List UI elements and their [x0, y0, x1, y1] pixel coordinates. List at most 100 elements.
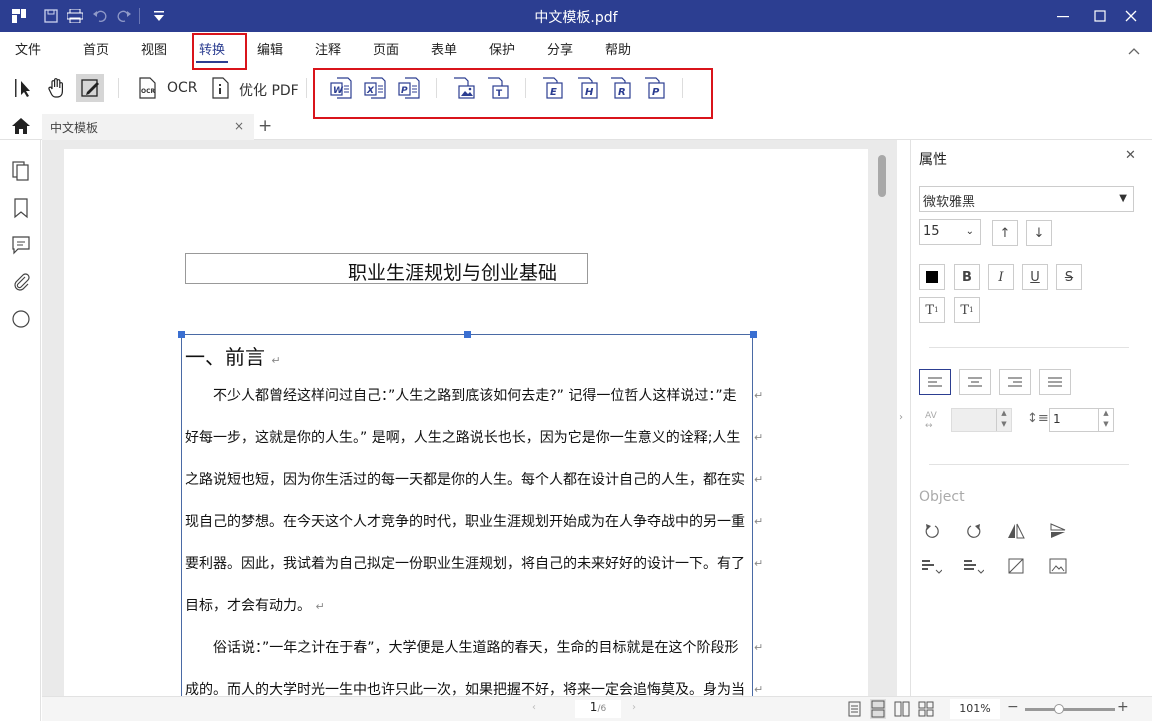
- properties-panel: 属性 ✕ 微软雅黑 ▼ 15 ⌄ ↑ ↓ B I U S T1 T1 AV ↔ ▲ ▼…: [910, 140, 1152, 696]
- line-break-mark: ↵: [754, 641, 764, 654]
- justify-icon[interactable]: [1039, 369, 1071, 395]
- increase-font-icon[interactable]: ↑: [992, 220, 1018, 246]
- line-break-mark: ↵: [754, 557, 764, 570]
- single-page-view-icon[interactable]: [848, 701, 862, 717]
- grid-view-icon[interactable]: [918, 701, 934, 717]
- menu-page[interactable]: 页面: [373, 39, 399, 58]
- menu-view[interactable]: 视图: [141, 39, 167, 58]
- menu-share[interactable]: 分享: [547, 39, 573, 58]
- zoom-out-icon[interactable]: −: [1007, 699, 1019, 715]
- collapse-ribbon-icon[interactable]: [1128, 44, 1140, 59]
- menu-comment[interactable]: 注释: [315, 39, 341, 58]
- collapse-right-panel-icon[interactable]: ›: [899, 412, 903, 423]
- spin-up-icon: ▲: [996, 409, 1011, 420]
- optimize-pdf-icon[interactable]: [206, 74, 234, 102]
- subscript-icon[interactable]: T1: [954, 297, 980, 323]
- tab-bar: 中文模板 × +: [0, 114, 1152, 140]
- zoom-level[interactable]: 101%: [950, 699, 1000, 719]
- tab-label: 中文模板: [50, 121, 99, 135]
- optimize-pdf-label[interactable]: 优化 PDF: [239, 80, 299, 100]
- paragraph-line: 成的。而人的大学时光一生中也许只此一次，如果把握不好，将来一定会追悔莫及。身为当: [185, 682, 745, 696]
- line-spacing-icon: ↕≡: [1027, 411, 1049, 426]
- decrease-font-icon[interactable]: ↓: [1026, 220, 1052, 246]
- line-spacing-input[interactable]: 1 ▲ ▼: [1049, 408, 1114, 432]
- minimize-icon[interactable]: [1054, 7, 1072, 25]
- close-panel-icon[interactable]: ✕: [1125, 148, 1136, 163]
- tab-document[interactable]: 中文模板 ×: [42, 114, 254, 140]
- comment-icon[interactable]: [10, 234, 32, 256]
- status-bar: ‹ 1/6 › 101% − +: [42, 696, 1152, 721]
- menu-home[interactable]: 首页: [83, 39, 109, 58]
- zoom-in-icon[interactable]: +: [1117, 699, 1129, 715]
- menu-bar: 文件 首页 视图 转换 编辑 注释 页面 表单 保护 分享 帮助: [0, 32, 1152, 63]
- crop-icon[interactable]: [1003, 553, 1029, 579]
- italic-icon[interactable]: I: [988, 264, 1014, 290]
- thumbnails-icon[interactable]: [10, 160, 32, 182]
- strikethrough-icon[interactable]: S: [1056, 264, 1082, 290]
- resize-handle[interactable]: [750, 331, 757, 338]
- superscript-icon[interactable]: T1: [919, 297, 945, 323]
- resize-handle[interactable]: [464, 331, 471, 338]
- replace-image-icon[interactable]: [1045, 553, 1071, 579]
- line-break-mark: ↵: [754, 473, 764, 486]
- select-tool-icon[interactable]: [10, 74, 38, 102]
- toolbar-divider: [306, 78, 307, 98]
- window-title: 中文模板.pdf: [534, 10, 618, 26]
- distribute-objects-icon[interactable]: [961, 553, 987, 579]
- spin-down-icon[interactable]: ▼: [1098, 420, 1113, 431]
- tab-close-icon[interactable]: ×: [234, 119, 244, 133]
- chevron-down-icon: ▼: [1119, 193, 1127, 204]
- line-break-mark: ↵: [754, 431, 764, 444]
- ocr-icon[interactable]: OCR: [133, 74, 161, 102]
- menu-help[interactable]: 帮助: [605, 39, 631, 58]
- properties-title: 属性: [919, 152, 947, 168]
- font-family-select[interactable]: 微软雅黑 ▼: [919, 186, 1134, 212]
- align-objects-icon[interactable]: [919, 553, 945, 579]
- align-center-icon[interactable]: [959, 369, 991, 395]
- align-left-icon[interactable]: [919, 369, 951, 395]
- align-right-icon[interactable]: [999, 369, 1031, 395]
- line-break-mark: ↵: [754, 683, 764, 696]
- divider: [929, 464, 1129, 465]
- menu-protect[interactable]: 保护: [489, 39, 515, 58]
- document-title: 职业生涯规划与创业基础: [348, 262, 558, 284]
- menu-file[interactable]: 文件: [15, 39, 41, 58]
- paragraph-line: 俗话说：”一年之计在于春”，大学便是人生道路的春天，生命的目标就是在这个阶段形: [213, 640, 739, 656]
- text-color-icon[interactable]: [919, 264, 945, 290]
- two-page-view-icon[interactable]: [894, 701, 910, 717]
- svg-text:OCR: OCR: [141, 88, 156, 95]
- bold-icon[interactable]: B: [954, 264, 980, 290]
- menu-edit[interactable]: 编辑: [257, 39, 283, 58]
- search-icon[interactable]: [10, 308, 32, 330]
- vertical-scrollbar[interactable]: [878, 155, 886, 197]
- zoom-slider[interactable]: [1025, 708, 1115, 711]
- title-text-box[interactable]: 职业生涯规划与创业基础: [185, 253, 588, 284]
- prev-page-icon[interactable]: ‹: [532, 702, 536, 713]
- attachment-icon[interactable]: [10, 271, 32, 293]
- edit-tool-icon[interactable]: [76, 74, 104, 102]
- page-indicator[interactable]: 1/6: [575, 700, 621, 718]
- continuous-view-icon[interactable]: [870, 699, 886, 719]
- bookmark-icon[interactable]: [10, 197, 32, 219]
- rotate-right-icon[interactable]: [961, 518, 987, 544]
- resize-handle[interactable]: [178, 331, 185, 338]
- rotate-left-icon[interactable]: [919, 518, 945, 544]
- next-page-icon[interactable]: ›: [632, 702, 636, 713]
- paragraph-line: 之路说短也短，因为你生活过的每一天都是你的人生。每个人都在设计自己的人生，都在实: [185, 472, 745, 488]
- ocr-label[interactable]: OCR: [167, 80, 198, 96]
- paragraph-line: 要利器。因此，我试着为自己拟定一份职业生涯规划，将自己的未来好好的设计一下。有了: [185, 556, 745, 572]
- font-size-select[interactable]: 15 ⌄: [919, 219, 981, 245]
- hand-tool-icon[interactable]: [43, 74, 71, 102]
- home-icon[interactable]: [12, 118, 30, 138]
- close-window-icon[interactable]: [1122, 7, 1140, 25]
- char-spacing-icon: AV ↔: [925, 411, 937, 431]
- spin-up-icon[interactable]: ▲: [1098, 409, 1113, 420]
- zoom-slider-knob[interactable]: [1054, 704, 1065, 714]
- object-section-label: Object: [919, 489, 965, 505]
- menu-form[interactable]: 表单: [431, 39, 457, 58]
- underline-icon[interactable]: U: [1022, 264, 1048, 290]
- flip-horizontal-icon[interactable]: [1003, 518, 1029, 544]
- maximize-icon[interactable]: [1091, 7, 1109, 25]
- flip-vertical-icon[interactable]: [1045, 518, 1071, 544]
- new-tab-icon[interactable]: +: [258, 116, 272, 136]
